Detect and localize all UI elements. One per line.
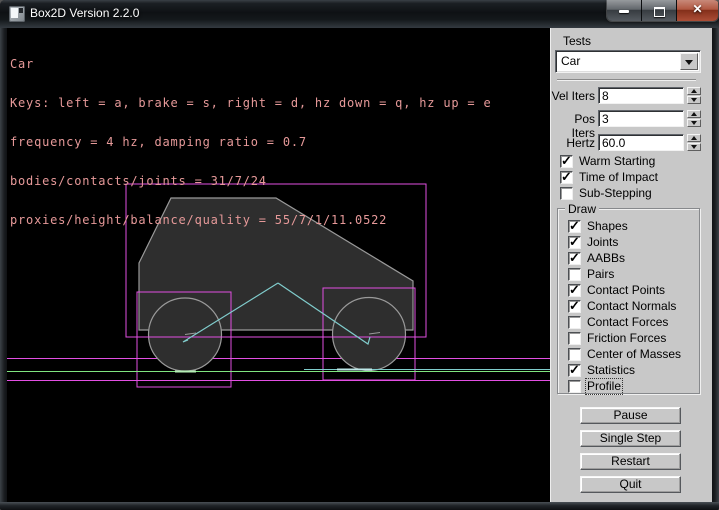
pos-iters-input[interactable]: [598, 110, 684, 127]
tests-dropdown[interactable]: Car: [555, 50, 701, 73]
checkbox-box: ✓: [568, 316, 581, 329]
quit-button[interactable]: Quit: [580, 476, 681, 493]
app-icon: [9, 6, 25, 22]
arrow-down-icon: [691, 98, 697, 102]
arrow-up-icon: [691, 89, 697, 93]
checkbox-label: Contact Forces: [587, 316, 668, 329]
close-icon: ✕: [677, 2, 718, 16]
checkbox-box: ✓: [560, 155, 573, 168]
window-border-bottom: [0, 502, 719, 510]
checkbox-box: ✓: [568, 236, 581, 249]
arrow-down-icon: [691, 121, 697, 125]
debug-statistics: Car Keys: left = a, brake = s, right = d…: [10, 32, 491, 253]
checkbox-label: Profile: [587, 380, 621, 393]
pos-iters-stepper: [687, 110, 701, 127]
checkbox-box: ✓: [568, 364, 581, 377]
checkbox-label: Contact Normals: [587, 300, 676, 313]
close-button[interactable]: ✕: [677, 0, 718, 21]
checkbox-box: ✓: [560, 171, 573, 184]
dropdown-button[interactable]: [680, 53, 698, 70]
body-counts: bodies/contacts/joints = 31/7/24: [10, 175, 491, 188]
checkbox-box: ✓: [568, 300, 581, 313]
keys-help: Keys: left = a, brake = s, right = d, hz…: [10, 97, 491, 110]
spin-up-button[interactable]: [687, 134, 701, 142]
spin-down-button[interactable]: [687, 119, 701, 127]
arrow-down-icon: [691, 145, 697, 149]
test-title: Car: [10, 58, 491, 71]
checkbox-label: Friction Forces: [587, 332, 666, 345]
window-title: Box2D Version 2.2.0: [30, 0, 139, 26]
arrow-up-icon: [691, 136, 697, 140]
vel-iters-row: Vel Iters: [551, 87, 713, 104]
checkbox-label: Contact Points: [587, 284, 665, 297]
maximize-button[interactable]: [642, 0, 677, 21]
hertz-row: Hertz: [551, 134, 713, 151]
checkbox-label: Sub-Stepping: [579, 187, 652, 200]
checkbox-label: AABBs: [587, 252, 625, 265]
spin-down-button[interactable]: [687, 96, 701, 104]
spin-up-button[interactable]: [687, 110, 701, 118]
proxy-stats: proxies/height/balance/quality = 55/7/1/…: [10, 214, 491, 227]
hertz-input[interactable]: [598, 134, 684, 151]
checkbox-box: ✓: [568, 252, 581, 265]
checkbox-label: Warm Starting: [579, 155, 655, 168]
single-step-button[interactable]: Single Step: [580, 430, 681, 447]
window-border-left: [0, 28, 7, 502]
caption-buttons: ✕: [607, 0, 718, 21]
vel-iters-input[interactable]: [598, 87, 684, 104]
frequency-info: frequency = 4 hz, damping ratio = 0.7: [10, 136, 491, 149]
checkbox-box: ✓: [568, 332, 581, 345]
chevron-down-icon: [685, 60, 693, 65]
tests-label: Tests: [563, 34, 591, 48]
separator: [557, 79, 696, 81]
checkbox-box: ✓: [568, 380, 581, 393]
spin-down-button[interactable]: [687, 143, 701, 151]
pos-iters-row: Pos Iters: [551, 110, 713, 127]
pause-button[interactable]: Pause: [580, 407, 681, 424]
vel-iters-stepper: [687, 87, 701, 104]
checkbox-label: Center of Masses: [587, 348, 681, 361]
draw-group-label: Draw: [565, 202, 599, 216]
control-panel: Tests Car Vel Iters Pos Iters Hertz: [550, 28, 712, 502]
minimize-icon: [619, 10, 629, 13]
hertz-label: Hertz: [551, 136, 595, 150]
checkbox-box: ✓: [568, 220, 581, 233]
restart-button[interactable]: Restart: [580, 453, 681, 470]
checkbox-box: ✓: [568, 268, 581, 281]
checkbox-label: Joints: [587, 236, 618, 249]
checkbox-box: ✓: [568, 284, 581, 297]
tests-selected-value: Car: [561, 54, 580, 68]
app-window: Box2D Version 2.2.0 ✕: [0, 0, 719, 510]
checkbox-box: ✓: [560, 187, 573, 200]
checkbox-label: Statistics: [587, 364, 635, 377]
checkbox-label: Time of Impact: [579, 171, 658, 184]
checkbox-label: Pairs: [587, 268, 614, 281]
arrow-up-icon: [691, 112, 697, 116]
title-bar[interactable]: Box2D Version 2.2.0 ✕: [0, 0, 719, 28]
draw-group: Draw ✓ Shapes ✓ Joints ✓ AABBs ✓ Pairs ✓…: [557, 208, 700, 394]
window-border-right: [712, 28, 719, 502]
simulation-canvas[interactable]: Car Keys: left = a, brake = s, right = d…: [7, 28, 550, 502]
checkbox-box: ✓: [568, 348, 581, 361]
checkbox-label: Shapes: [587, 220, 628, 233]
spin-up-button[interactable]: [687, 87, 701, 95]
vel-iters-label: Vel Iters: [551, 89, 595, 103]
hertz-stepper: [687, 134, 701, 151]
minimize-button[interactable]: [607, 0, 642, 21]
maximize-icon: [654, 7, 665, 17]
